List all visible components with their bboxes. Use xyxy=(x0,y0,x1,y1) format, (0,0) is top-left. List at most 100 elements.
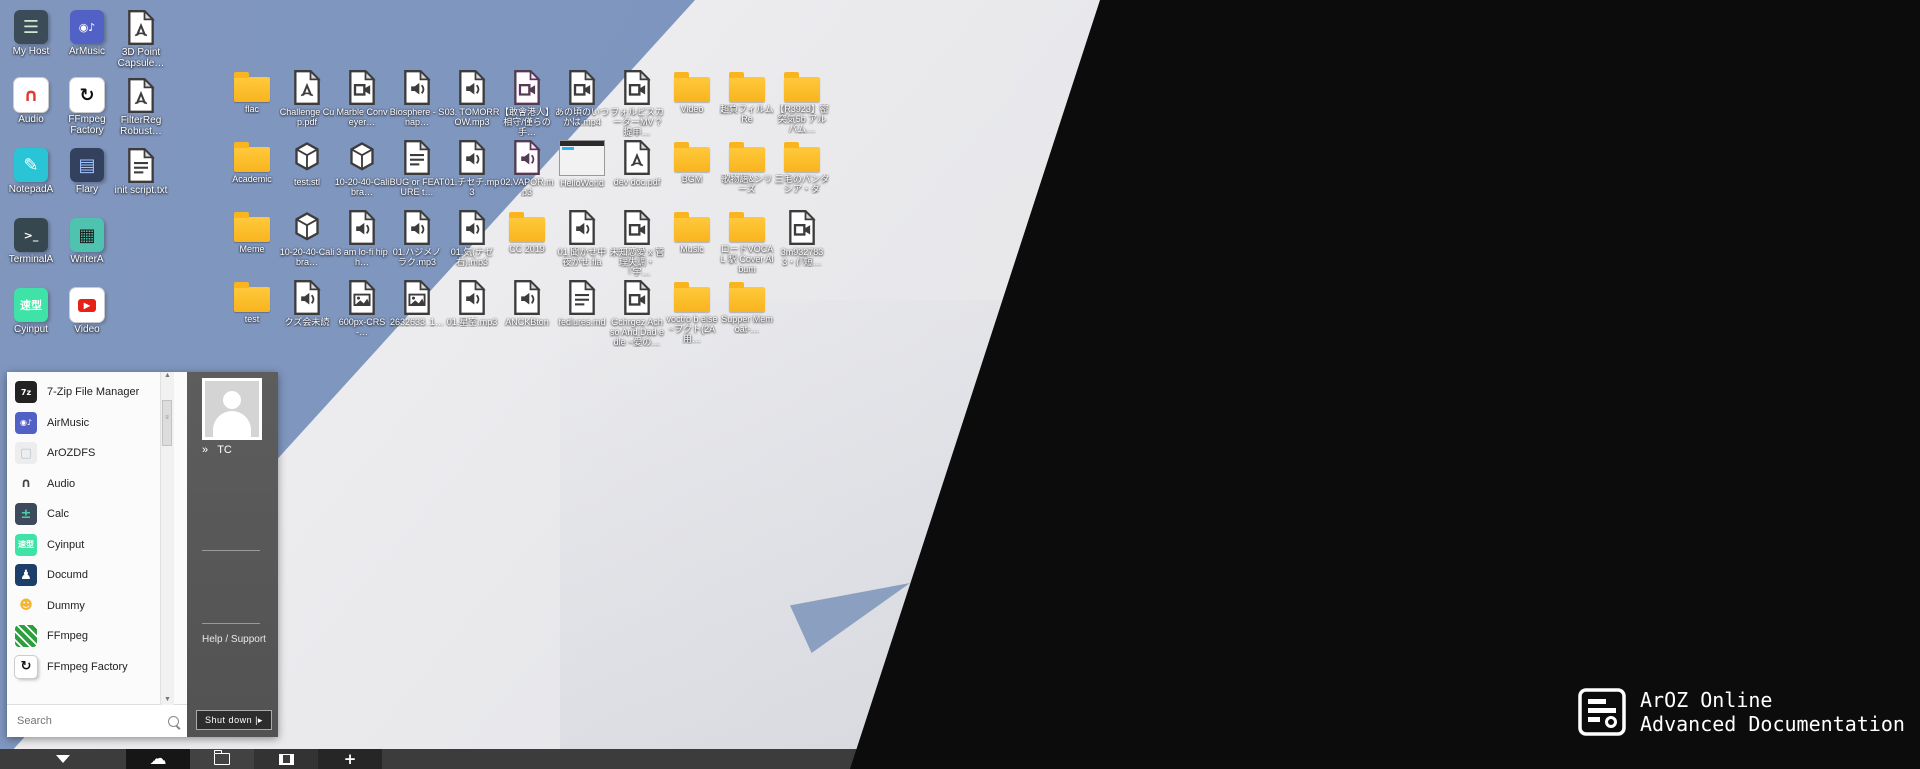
desktop-item-file[interactable]: fedlures.md xyxy=(554,280,610,327)
desktop-app-init-script-txt[interactable]: init script.txt xyxy=(109,148,173,196)
desktop-item-file[interactable]: BUG or FEATURE t… xyxy=(389,140,445,197)
menu-item-label: 7-Zip File Manager xyxy=(47,386,139,398)
desktop-item-file[interactable]: 【敢會港人】相守/僅らの手… xyxy=(499,70,555,137)
desktop-item-file[interactable]: Marble Conveyer… xyxy=(334,70,390,127)
desktop-item-folder[interactable]: Academic xyxy=(224,140,280,184)
scrollbar-down-arrow[interactable]: ▼ xyxy=(161,696,174,703)
file-label: 三毛のパンタシア・ダ xyxy=(774,174,830,194)
desktop-item-file[interactable]: 10-20-40-Calibra… xyxy=(279,210,335,267)
divider xyxy=(202,550,260,551)
desktop-item-file[interactable]: あの頃のいつかは.mp4 xyxy=(554,70,610,127)
file-label: Challenge Cup.pdf xyxy=(279,107,335,127)
desktop-item-folder[interactable]: 三毛のパンタシア・ダ xyxy=(774,140,830,194)
desktop-item-file[interactable]: dev doc.pdf xyxy=(609,140,665,187)
taskbar-film-icon[interactable] xyxy=(254,749,318,769)
desktop-app-notepada[interactable]: ✎NotepadA xyxy=(0,148,63,195)
desktop-item-file[interactable]: Challenge Cup.pdf xyxy=(279,70,335,127)
desktop-item-file[interactable]: ANCKBton xyxy=(499,280,555,327)
icon-label: WriterA xyxy=(55,254,119,265)
file-label: 2632633_1… xyxy=(389,317,445,327)
desktop-app-cyinput[interactable]: 速型Cyinput xyxy=(0,288,63,335)
desktop-item-folder[interactable]: voctro b else ~ヲクト(2A用… xyxy=(664,280,720,344)
desktop-item-file[interactable]: Gchrgez Ach so And Dad edle ~愛の… xyxy=(609,280,665,347)
icon-label: 3D Point Capsule… xyxy=(109,47,173,69)
desktop-item-folder[interactable]: Meme xyxy=(224,210,280,254)
recycle-arrows-icon: ↻ xyxy=(15,656,37,678)
folder-icon xyxy=(509,217,545,242)
file-label: 01.聞かせ中夜かせ.fla xyxy=(554,247,610,267)
desktop-item-file[interactable]: ヲォルピスカーターMV ?提申… xyxy=(609,70,665,137)
file-label: fedlures.md xyxy=(554,317,610,327)
scrollbar-thumb[interactable]: ≡ xyxy=(162,400,172,446)
desktop-item-folder[interactable]: 【R3923】密突気5b アルバム… xyxy=(774,70,830,134)
desktop-item-folder[interactable]: 歌物語&シリーズ xyxy=(719,140,775,194)
search-input[interactable] xyxy=(15,714,162,728)
file-label: ANCKBton xyxy=(499,317,555,327)
search-bar xyxy=(7,704,187,737)
user-name-row[interactable]: » TC xyxy=(202,444,232,456)
avatar[interactable] xyxy=(202,378,262,440)
desktop-item-folder[interactable]: BGM xyxy=(664,140,720,184)
desktop-item-file[interactable]: 600px-CRS-… xyxy=(334,280,390,337)
desktop-app-terminala[interactable]: >_TerminalA xyxy=(0,218,63,265)
cloud-icon: ☁ xyxy=(150,749,167,769)
desktop-app-filterreg-robust-[interactable]: FilterReg Robust… xyxy=(109,78,173,137)
desktop-app-video[interactable]: ▶Video xyxy=(55,288,119,335)
app-list-scrollbar[interactable]: ▲ ≡ ▼ xyxy=(160,372,174,705)
desktop-item-folder[interactable]: flac xyxy=(224,70,280,114)
desktop-item-file[interactable]: 02.VAPOR.mp3 xyxy=(499,140,555,197)
file-label: 3 am lo-fi hip h… xyxy=(334,247,390,267)
desktop-item-file[interactable]: 01.気(ナゼ右).mp3 xyxy=(444,210,500,267)
desktop-item-file[interactable]: 10-20-40-Calibra… xyxy=(334,140,390,197)
desktop-item-file[interactable]: 01.聞かせ中夜かせ.fla xyxy=(554,210,610,267)
file-label: HelloWorld xyxy=(554,178,610,188)
desktop-item-file[interactable]: 01.星空.mp3 xyxy=(444,280,500,327)
desktop-item-file[interactable]: 3m9327833・(『短… xyxy=(774,210,830,267)
desktop-item-file[interactable]: 未知恋愛 x 管理失調・『宇… xyxy=(609,210,665,277)
file-label: Biosphere - Snap… xyxy=(389,107,445,127)
desktop-item-file[interactable]: Biosphere - Snap… xyxy=(389,70,445,127)
folder-icon xyxy=(784,147,820,172)
desktop-app-3d-point-capsule-[interactable]: 3D Point Capsule… xyxy=(109,10,173,69)
desktop-item-folder[interactable]: Music xyxy=(664,210,720,254)
taskbar-plus-icon[interactable]: + xyxy=(318,749,382,769)
file-label: Academic xyxy=(224,174,280,184)
desktop-item-file[interactable]: 03. TOMORROW.mp3 xyxy=(444,70,500,127)
desktop-item-file[interactable]: test.stl xyxy=(279,140,335,187)
file-label: test.stl xyxy=(279,177,335,187)
taskbar-folder-icon[interactable] xyxy=(190,749,254,769)
desktop-item-folder[interactable]: ロードVOCAL 駅 Cover Album xyxy=(719,210,775,274)
desktop-item-file[interactable]: 3 am lo-fi hip h… xyxy=(334,210,390,267)
file-generic-icon: ▢ xyxy=(15,442,37,464)
desktop-app-writera[interactable]: ▦WriterA xyxy=(55,218,119,265)
desktop-item-file[interactable]: 01.ハジメノラク.mp3 xyxy=(389,210,445,267)
cube-file-icon xyxy=(279,210,335,245)
show-desktop-chevron[interactable] xyxy=(0,749,126,769)
desktop-app-audio[interactable]: ∩Audio xyxy=(0,78,63,125)
icon-label: My Host xyxy=(0,46,63,57)
file-label: test xyxy=(224,314,280,324)
file-label: 未知恋愛 x 管理失調・『宇… xyxy=(609,247,665,277)
desktop-item-folder[interactable]: CC 2019 xyxy=(499,210,555,254)
file-label: Video xyxy=(664,104,720,114)
desktop-item-file[interactable]: 2632633_1… xyxy=(389,280,445,327)
desktop-app-my-host[interactable]: ☰My Host xyxy=(0,10,63,57)
cd-note-icon: ◉♪ xyxy=(15,412,37,434)
desktop-item-file[interactable]: クズ会未読 xyxy=(279,280,335,327)
desktop-item-folder[interactable]: 超負フィルム Re xyxy=(719,70,775,124)
file-label: 01.チセチ.mp3 xyxy=(444,177,500,197)
desktop-item-file[interactable]: 01.チセチ.mp3 xyxy=(444,140,500,197)
taskbar-cloud-icon[interactable]: ☁ xyxy=(126,749,190,769)
icon-label: Video xyxy=(55,324,119,335)
desktop-item-folder[interactable]: test xyxy=(224,280,280,324)
txt-file-icon xyxy=(389,140,445,175)
file-label: flac xyxy=(224,104,280,114)
shutdown-button[interactable]: Shut down |▸ xyxy=(196,710,272,730)
help-support-label: Help / Support xyxy=(202,634,266,645)
icon-label: init script.txt xyxy=(109,185,173,196)
desktop-item-folder[interactable]: Video xyxy=(664,70,720,114)
folder-icon xyxy=(729,77,765,102)
desktop-item-folder[interactable]: Supper Mem oat-… xyxy=(719,280,775,334)
desktop-item-file[interactable]: HelloWorld xyxy=(554,140,610,188)
help-support-link[interactable]: Help / Support xyxy=(202,634,266,645)
